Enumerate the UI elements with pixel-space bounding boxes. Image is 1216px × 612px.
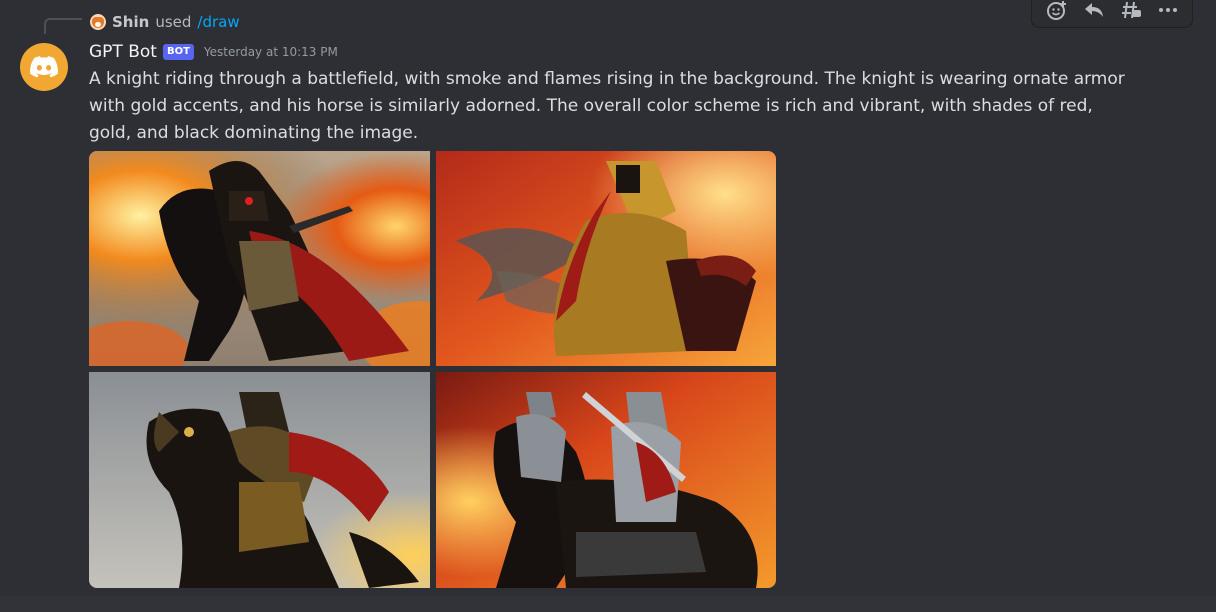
message-container: Shin used /draw GPT Bot BOT Yesterday at…: [0, 0, 1216, 596]
generated-image-4[interactable]: [436, 372, 776, 588]
command-name-link[interactable]: /draw: [197, 13, 239, 31]
bot-badge: BOT: [162, 44, 194, 60]
add-reaction-glyph: [1046, 1, 1066, 20]
more-glyph: [1158, 8, 1177, 12]
reply-glyph: [1084, 3, 1103, 17]
knight-image-3: [89, 372, 430, 588]
discord-logo-icon: [30, 56, 58, 78]
message-content: A knight riding through a battlefield, w…: [89, 69, 1125, 143]
message-header: GPT Bot BOT Yesterday at 10:13 PM: [89, 40, 338, 64]
knight-image-2: [436, 151, 776, 366]
generated-image-1[interactable]: [89, 151, 430, 366]
generated-image-2[interactable]: [436, 151, 776, 366]
message-timestamp[interactable]: Yesterday at 10:13 PM: [204, 45, 338, 59]
image-grid: [89, 151, 776, 588]
reply-icon[interactable]: [1078, 0, 1110, 26]
thread-glyph: [1121, 1, 1141, 19]
command-line: Shin used /draw: [90, 11, 240, 33]
create-thread-icon[interactable]: [1115, 0, 1147, 26]
bot-avatar[interactable]: [20, 43, 68, 91]
more-icon[interactable]: [1152, 0, 1184, 26]
generated-image-3[interactable]: [89, 372, 430, 588]
author-name[interactable]: GPT Bot: [89, 42, 157, 62]
knight-image-1: [89, 151, 430, 366]
reply-spine: [44, 18, 82, 34]
add-reaction-icon[interactable]: [1041, 0, 1073, 26]
command-user-avatar[interactable]: [90, 14, 106, 30]
command-user-name[interactable]: Shin: [112, 13, 149, 31]
chat-divider: [0, 596, 1216, 612]
command-used-text: used: [155, 13, 192, 31]
knight-image-4: [436, 372, 776, 588]
message-toolbar: [1031, 0, 1193, 28]
